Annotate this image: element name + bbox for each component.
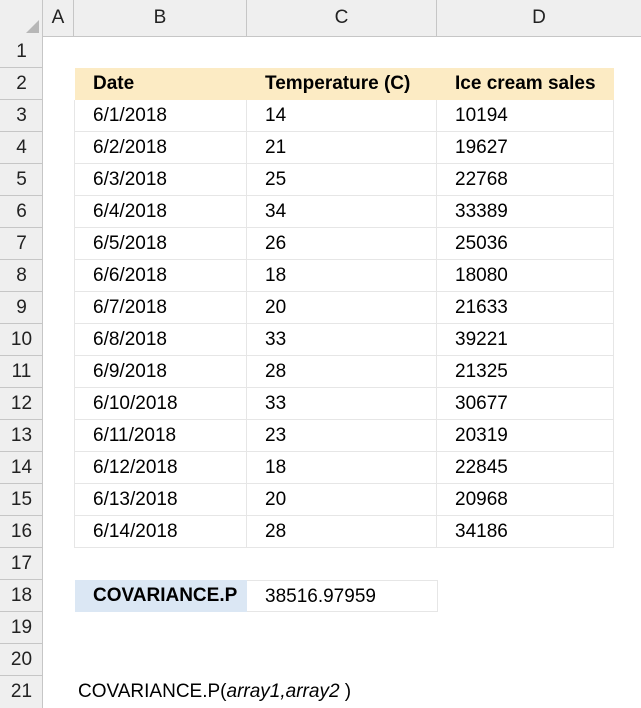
table-cell-temperature[interactable]: 26 — [247, 228, 437, 260]
table-cell-sales[interactable]: 25036 — [437, 228, 614, 260]
table-cell-date[interactable]: 6/2/2018 — [74, 132, 247, 164]
row-header-5[interactable]: 5 — [0, 164, 43, 196]
table-cell-sales[interactable]: 18080 — [437, 260, 614, 292]
table-cell-temperature[interactable]: 18 — [247, 260, 437, 292]
table-cell-date[interactable]: 6/12/2018 — [74, 452, 247, 484]
table-cell-temperature[interactable]: 28 — [247, 516, 437, 548]
column-header-a[interactable]: A — [43, 0, 74, 36]
table-cell-date[interactable]: 6/9/2018 — [74, 356, 247, 388]
table-header-temperature[interactable]: Temperature (C) — [247, 68, 437, 100]
table-cell-sales[interactable]: 22845 — [437, 452, 614, 484]
row-header-19[interactable]: 19 — [0, 612, 43, 644]
syntax-function-name: COVARIANCE.P( — [78, 681, 227, 702]
row-header-11[interactable]: 11 — [0, 356, 43, 388]
table-cell-sales[interactable]: 22768 — [437, 164, 614, 196]
row-header-21[interactable]: 21 — [0, 676, 43, 708]
table-cell-sales[interactable]: 33389 — [437, 196, 614, 228]
table-cell-sales[interactable]: 20968 — [437, 484, 614, 516]
table-header-date[interactable]: Date — [75, 68, 247, 100]
covariance-label[interactable]: COVARIANCE.P — [75, 580, 247, 612]
table-cell-date[interactable]: 6/4/2018 — [74, 196, 247, 228]
table-cell-temperature[interactable]: 18 — [247, 452, 437, 484]
table-cell-sales[interactable]: 10194 — [437, 100, 614, 132]
row-header-12[interactable]: 12 — [0, 388, 43, 420]
table-cell-date[interactable]: 6/6/2018 — [74, 260, 247, 292]
column-header-b[interactable]: B — [74, 0, 247, 36]
table-cell-sales[interactable]: 34186 — [437, 516, 614, 548]
syntax-close: ) — [339, 681, 352, 702]
select-all-triangle-icon — [26, 20, 39, 33]
row-header-3[interactable]: 3 — [0, 100, 43, 132]
table-cell-sales[interactable]: 21633 — [437, 292, 614, 324]
select-all-corner[interactable] — [0, 0, 43, 36]
row-header-10[interactable]: 10 — [0, 324, 43, 356]
table-cell-date[interactable]: 6/10/2018 — [74, 388, 247, 420]
row-header-15[interactable]: 15 — [0, 484, 43, 516]
syntax-arg1: array1 — [226, 681, 281, 702]
table-cell-date[interactable]: 6/13/2018 — [74, 484, 247, 516]
table-cell-temperature[interactable]: 14 — [247, 100, 437, 132]
row-header-13[interactable]: 13 — [0, 420, 43, 452]
row-header-6[interactable]: 6 — [0, 196, 43, 228]
column-header-bar: A B C D — [0, 0, 641, 37]
table-cell-temperature[interactable]: 23 — [247, 420, 437, 452]
row-header-18[interactable]: 18 — [0, 580, 43, 612]
table-header-ice-cream-sales[interactable]: Ice cream sales — [437, 68, 614, 100]
table-cell-date[interactable]: 6/5/2018 — [74, 228, 247, 260]
table-cell-sales[interactable]: 39221 — [437, 324, 614, 356]
table-cell-temperature[interactable]: 20 — [247, 292, 437, 324]
column-header-c[interactable]: C — [247, 0, 437, 36]
table-cell-date[interactable]: 6/11/2018 — [74, 420, 247, 452]
table-cell-sales[interactable]: 19627 — [437, 132, 614, 164]
row-header-7[interactable]: 7 — [0, 228, 43, 260]
table-cell-temperature[interactable]: 21 — [247, 132, 437, 164]
row-header-14[interactable]: 14 — [0, 452, 43, 484]
table-cell-date[interactable]: 6/8/2018 — [74, 324, 247, 356]
function-syntax[interactable]: COVARIANCE.P(array1,array2 ) — [78, 676, 351, 708]
syntax-arg2: array2 — [285, 681, 340, 702]
row-header-20[interactable]: 20 — [0, 644, 43, 676]
table-cell-date[interactable]: 6/3/2018 — [74, 164, 247, 196]
row-header-8[interactable]: 8 — [0, 260, 43, 292]
row-header-16[interactable]: 16 — [0, 516, 43, 548]
column-header-d[interactable]: D — [437, 0, 641, 36]
row-header-4[interactable]: 4 — [0, 132, 43, 164]
table-cell-sales[interactable]: 20319 — [437, 420, 614, 452]
table-cell-date[interactable]: 6/1/2018 — [74, 100, 247, 132]
row-header-2[interactable]: 2 — [0, 68, 43, 100]
table-cell-sales[interactable]: 21325 — [437, 356, 614, 388]
table-cell-temperature[interactable]: 25 — [247, 164, 437, 196]
row-header-17[interactable]: 17 — [0, 548, 43, 580]
table-cell-date[interactable]: 6/14/2018 — [74, 516, 247, 548]
table-cell-temperature[interactable]: 33 — [247, 324, 437, 356]
covariance-value[interactable]: 38516.97959 — [247, 580, 438, 612]
row-header-1[interactable]: 1 — [0, 36, 43, 68]
table-cell-temperature[interactable]: 33 — [247, 388, 437, 420]
spreadsheet: A B C D 1 2 3 4 5 6 7 8 9 10 11 12 13 14… — [0, 0, 641, 708]
table-cell-date[interactable]: 6/7/2018 — [74, 292, 247, 324]
table-cell-temperature[interactable]: 20 — [247, 484, 437, 516]
row-header-9[interactable]: 9 — [0, 292, 43, 324]
table-cell-temperature[interactable]: 34 — [247, 196, 437, 228]
row-header-bar: 1 2 3 4 5 6 7 8 9 10 11 12 13 14 15 16 1… — [0, 36, 43, 708]
table-cell-temperature[interactable]: 28 — [247, 356, 437, 388]
table-cell-sales[interactable]: 30677 — [437, 388, 614, 420]
